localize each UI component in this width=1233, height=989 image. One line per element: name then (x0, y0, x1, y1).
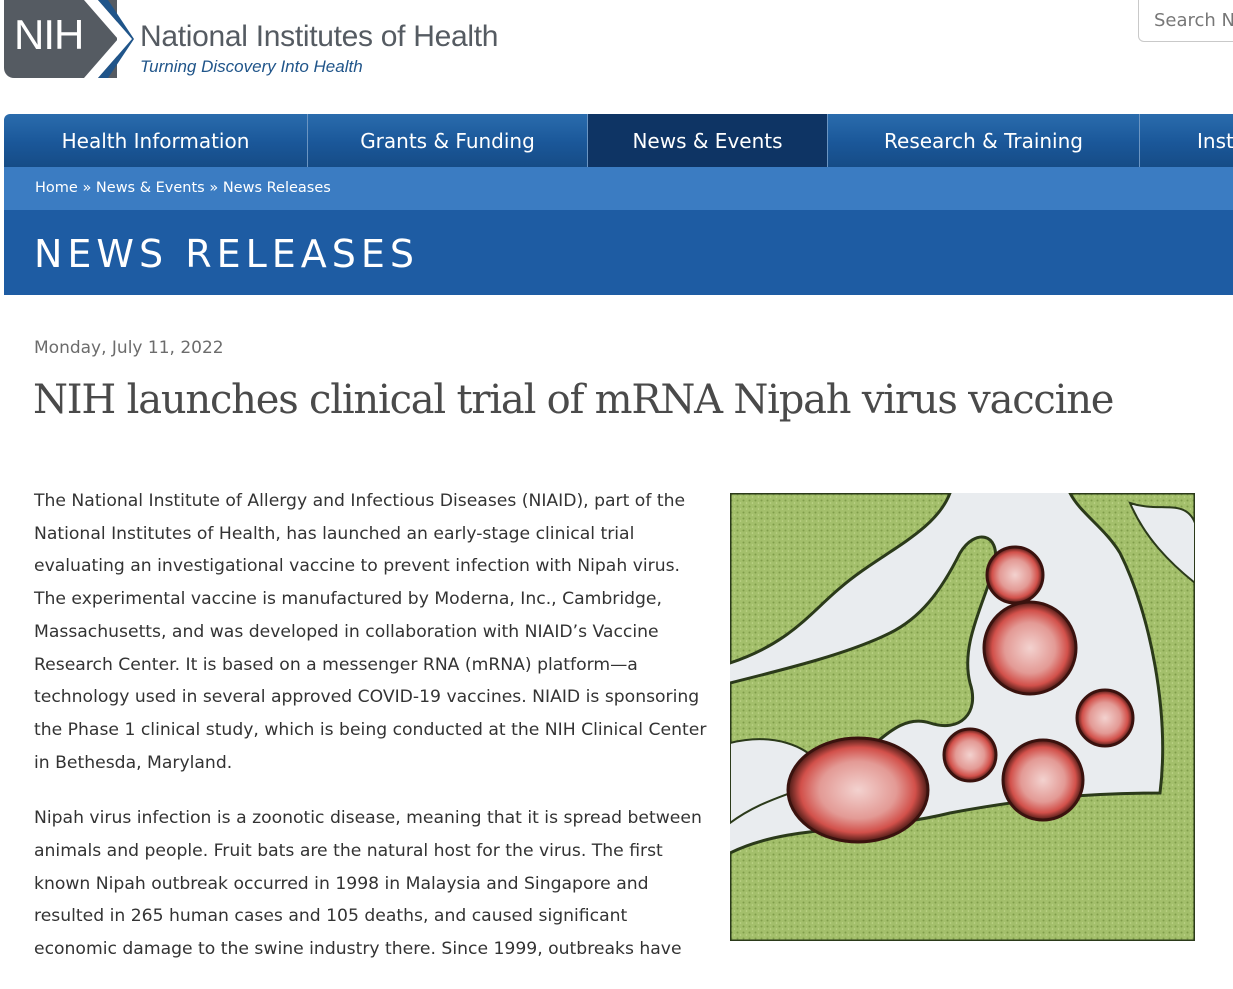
breadcrumb-home[interactable]: Home (35, 180, 78, 196)
nav-item-health-information[interactable]: Health Information (4, 114, 308, 167)
nav-item-research-training[interactable]: Research & Training (828, 114, 1140, 167)
breadcrumb: Home » News & Events » News Releases (4, 167, 1233, 210)
article-headline: NIH launches clinical trial of mRNA Nipa… (33, 377, 1114, 423)
site-name[interactable]: National Institutes of Health (140, 20, 498, 54)
page-title-band: NEWS RELEASES (4, 210, 1233, 295)
page-title: NEWS RELEASES (34, 232, 420, 276)
nih-logo[interactable]: NIH (4, 0, 134, 78)
breadcrumb-separator: » (209, 180, 219, 196)
article-date: Monday, July 11, 2022 (34, 338, 224, 358)
article-body: The National Institute of Allergy and In… (34, 485, 709, 989)
logo-chevron-icon (84, 0, 134, 78)
nav-item-grants-funding[interactable]: Grants & Funding (308, 114, 588, 167)
main-nav: Health Information Grants & Funding News… (4, 114, 1233, 167)
breadcrumb-news-releases[interactable]: News Releases (223, 180, 331, 196)
site-tagline: Turning Discovery Into Health (140, 57, 363, 76)
article-paragraph: The National Institute of Allergy and In… (34, 491, 707, 773)
nav-item-news-events[interactable]: News & Events (588, 114, 828, 167)
nav-item-institutes[interactable]: Inst (1140, 114, 1233, 167)
nipah-virus-micrograph-image (730, 493, 1195, 941)
breadcrumb-news-events[interactable]: News & Events (96, 180, 205, 196)
nih-logo-text: NIH (14, 11, 84, 58)
search-input[interactable] (1138, 0, 1233, 42)
article-paragraph: Nipah virus infection is a zoonotic dise… (34, 808, 702, 960)
breadcrumb-separator: » (82, 180, 92, 196)
